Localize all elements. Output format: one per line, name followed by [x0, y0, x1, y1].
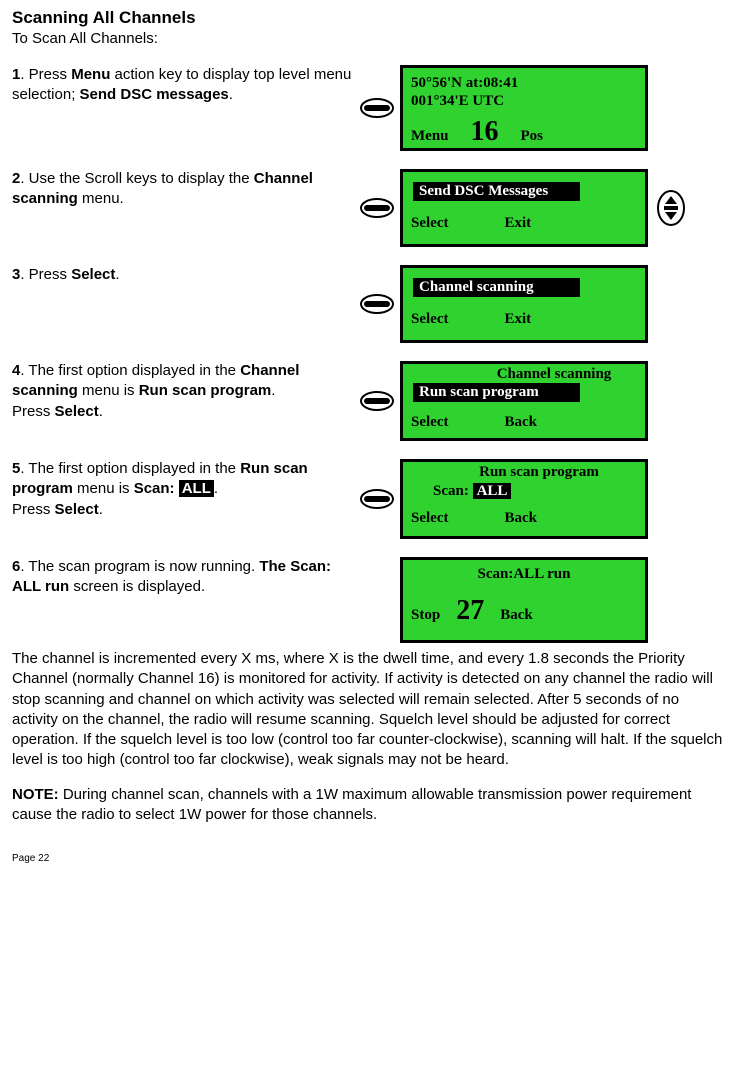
text: .: [115, 266, 119, 283]
softkey-back: Back: [500, 607, 533, 624]
page-title: Scanning All Channels: [12, 8, 723, 28]
text: .: [271, 382, 275, 399]
menu-knob-icon: [360, 198, 394, 218]
scan-label: Scan:: [433, 483, 473, 499]
text: menu is: [73, 480, 134, 497]
screen-line: 001°34'E UTC: [411, 92, 637, 110]
step-1-row: 1. Press Menu action key to display top …: [12, 65, 723, 151]
text: Run scan program: [139, 382, 272, 399]
text: .: [229, 86, 233, 103]
menu-knob-icon: [360, 294, 394, 314]
text-inverted: ALL: [179, 480, 214, 497]
text: Press: [12, 501, 55, 518]
note-text: During channel scan, channels with a 1W …: [12, 786, 691, 823]
lcd-screen-1: 50°56'N at:08:41 001°34'E UTC Menu 16 Po…: [400, 65, 648, 151]
text: menu is: [78, 382, 139, 399]
text: Select: [55, 403, 99, 420]
softkey-back: Back: [504, 510, 537, 527]
scan-line: Scan: ALL: [433, 483, 637, 500]
note-paragraph: NOTE: During channel scan, channels with…: [12, 785, 723, 826]
scroll-knob-icon: [654, 190, 688, 226]
step-2-row: 2. Use the Scroll keys to display the Ch…: [12, 169, 723, 247]
scan-value-highlighted: ALL: [473, 483, 512, 499]
step-3-text: 3. Press Select.: [12, 265, 360, 285]
screen-title: Channel scanning: [411, 366, 637, 383]
text: .: [214, 480, 218, 497]
step-4-text: 4. The first option displayed in the Cha…: [12, 361, 360, 422]
softkey-stop: Stop: [411, 607, 440, 624]
text: . Use the Scroll keys to display the: [20, 170, 253, 187]
softkey-select: Select: [411, 215, 448, 232]
text: Press: [12, 403, 55, 420]
menu-knob-icon: [360, 98, 394, 118]
text: .: [99, 501, 103, 518]
softkey-exit: Exit: [504, 215, 531, 232]
step-3-row: 3. Press Select. Channel scanning Select…: [12, 265, 723, 343]
text: Menu: [71, 66, 110, 83]
softkey-select: Select: [411, 414, 448, 431]
lcd-screen-5: Run scan program Scan: ALL Select Back: [400, 459, 648, 539]
text: Select: [71, 266, 115, 283]
page-number: Page 22: [12, 853, 723, 864]
step-5-text: 5. The first option displayed in the Run…: [12, 459, 360, 520]
softkey-select: Select: [411, 311, 448, 328]
text: Select: [55, 501, 99, 518]
screen-title: Run scan program: [411, 464, 637, 481]
text: screen is displayed.: [69, 578, 205, 595]
screen-title: Scan:ALL run: [411, 566, 637, 583]
step-1-text: 1. Press Menu action key to display top …: [12, 65, 360, 106]
step-6-text: 6. The scan program is now running. The …: [12, 557, 360, 598]
text: Scan:: [134, 480, 179, 497]
text: menu.: [78, 190, 124, 207]
channel-number: 16: [471, 118, 499, 146]
text: .: [99, 403, 103, 420]
text: . The first option displayed in the: [20, 460, 240, 477]
menu-item-highlighted: Send DSC Messages: [413, 182, 580, 201]
lcd-screen-4: Channel scanning Run scan program Select…: [400, 361, 648, 441]
channel-number: 27: [456, 597, 484, 625]
step-5-row: 5. The first option displayed in the Run…: [12, 459, 723, 539]
softkey-back: Back: [504, 414, 537, 431]
page-subtitle: To Scan All Channels:: [12, 30, 723, 47]
step-2-text: 2. Use the Scroll keys to display the Ch…: [12, 169, 360, 210]
softkey-menu: Menu: [411, 128, 449, 145]
note-label: NOTE:: [12, 786, 59, 803]
body-paragraph: The channel is incremented every X ms, w…: [12, 649, 723, 771]
lcd-screen-3: Channel scanning Select Exit: [400, 265, 648, 343]
step-6-row: 6. The scan program is now running. The …: [12, 557, 723, 643]
screen-line: 50°56'N at:08:41: [411, 74, 637, 92]
softkey-exit: Exit: [504, 311, 531, 328]
lcd-screen-2: Send DSC Messages Select Exit: [400, 169, 648, 247]
menu-item-highlighted: Run scan program: [413, 383, 580, 402]
softkey-pos: Pos: [521, 128, 544, 145]
softkey-select: Select: [411, 510, 448, 527]
menu-knob-icon: [360, 489, 394, 509]
text: . The first option displayed in the: [20, 362, 240, 379]
text: Send DSC messages: [80, 86, 229, 103]
lcd-screen-6: Scan:ALL run Stop 27 Back: [400, 557, 648, 643]
text: . Press: [20, 266, 71, 283]
menu-knob-icon: [360, 391, 394, 411]
step-4-row: 4. The first option displayed in the Cha…: [12, 361, 723, 441]
menu-item-highlighted: Channel scanning: [413, 278, 580, 297]
text: . The scan program is now running.: [20, 558, 259, 575]
text: . Press: [20, 66, 71, 83]
